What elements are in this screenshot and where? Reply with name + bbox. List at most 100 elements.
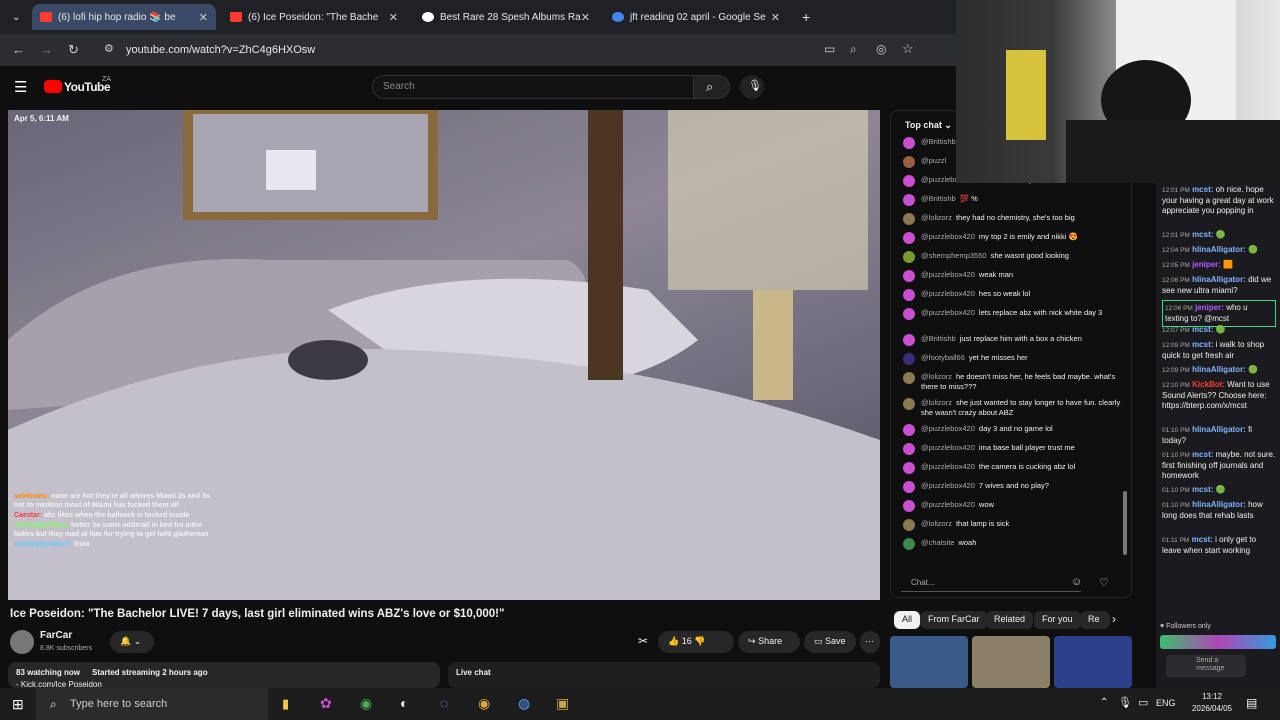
chat-username[interactable]: @puzzlebox420 <box>921 462 975 471</box>
chat-username[interactable]: mcst: <box>1192 535 1213 544</box>
chat-username[interactable]: mcst: <box>1192 485 1213 494</box>
site-info-icon[interactable]: ⚙ <box>104 42 114 55</box>
chat-username[interactable]: @lolizorz <box>921 398 952 407</box>
tab-best-rare[interactable]: Best Rare 28 Spesh Albums Ra ✕ <box>414 4 598 30</box>
chat-username[interactable]: @footyball66 <box>921 353 965 362</box>
voice-search-button[interactable]: 🎙 <box>740 75 764 99</box>
send-message-input[interactable]: Send a message <box>1166 655 1246 677</box>
chat-username[interactable]: mcst: <box>1192 450 1213 459</box>
notification-icon[interactable]: ▤ <box>1246 696 1257 710</box>
game-icon[interactable]: ▣ <box>556 695 569 712</box>
chat-avatar[interactable] <box>903 308 915 320</box>
chat-username[interactable]: @puzzlebox420 <box>921 424 975 433</box>
chat-username[interactable]: @Brittishb <box>921 194 956 203</box>
emoji-icon[interactable]: ☺ <box>1071 576 1082 588</box>
search-input[interactable]: Search <box>372 75 694 99</box>
tab-ice-poseidon[interactable]: (6) Ice Poseidon: "The Bache ✕ <box>222 4 406 30</box>
chat-username[interactable]: @Brittishb <box>921 334 956 343</box>
chat-avatar[interactable] <box>903 372 915 384</box>
search-button[interactable]: ⌕ <box>694 75 730 99</box>
chat-username[interactable]: hlinaAlligator: <box>1192 365 1246 374</box>
cast-icon[interactable]: ▭ <box>824 42 835 56</box>
chip-from-farcar[interactable]: From FarCar <box>920 611 988 629</box>
photos-icon[interactable]: ✿ <box>320 695 332 712</box>
chat-username[interactable]: hlinaAlligator: <box>1192 275 1246 284</box>
address-bar[interactable]: ⚙ youtube.com/watch?v=ZhC4g6HXOsw ▭ ⌕ ◎ … <box>96 38 916 62</box>
chat-username[interactable]: jeniper: <box>1195 303 1224 312</box>
chip-more[interactable]: Re <box>1080 611 1110 629</box>
chat-input[interactable]: Chat... <box>901 572 1081 592</box>
more-options-button[interactable]: ⋯ <box>860 631 880 653</box>
app-icon[interactable]: ◌ <box>440 695 448 711</box>
new-tab-button[interactable]: + <box>794 4 816 30</box>
chat-username[interactable]: jeniper: <box>1192 260 1221 269</box>
chat-avatar[interactable] <box>903 462 915 474</box>
related-thumbnail[interactable] <box>890 636 968 688</box>
chat-username[interactable]: hlinaAlligator: <box>1192 500 1246 509</box>
file-explorer-icon[interactable]: ▮ <box>282 696 289 712</box>
chat-username[interactable]: @chatsite <box>921 538 954 547</box>
chat-username[interactable]: @puzzlebox420 <box>921 232 975 241</box>
chat-avatar[interactable] <box>903 538 915 550</box>
chat-username[interactable]: @puzzlebox420 <box>921 289 975 298</box>
language-indicator[interactable]: ENG <box>1156 698 1176 708</box>
chat-avatar[interactable] <box>903 519 915 531</box>
taskbar-search[interactable]: ⌕ Type here to search <box>36 688 268 720</box>
chat-username[interactable]: @puzzlebox420 <box>921 500 975 509</box>
zoom-icon[interactable]: ⌕ <box>850 42 857 57</box>
microphone-tray-icon[interactable]: 🎙 <box>1118 696 1132 709</box>
related-thumbnail[interactable] <box>1054 636 1132 688</box>
chat-username[interactable]: @puzzlebox420 <box>921 270 975 279</box>
related-thumbnail[interactable] <box>972 636 1050 688</box>
chrome-icon[interactable]: ◉ <box>360 695 372 712</box>
heart-icon[interactable]: ♡ <box>1099 576 1109 589</box>
taskbar-date[interactable]: 2026/04/05 <box>1186 704 1238 713</box>
chat-username[interactable]: @puzzlebox420 <box>921 481 975 490</box>
chat-username[interactable]: @shemphemp3550 <box>921 251 987 260</box>
chat-username[interactable]: @lolizorz <box>921 213 952 222</box>
chrome-profile-icon[interactable]: ◉ <box>478 695 490 712</box>
chat-username[interactable]: mcst: <box>1192 185 1213 194</box>
chat-username[interactable]: @lolizorz <box>921 519 952 528</box>
chat-avatar[interactable] <box>903 424 915 436</box>
live-chat-collapsed[interactable]: Live chat <box>448 662 880 688</box>
close-icon[interactable]: ✕ <box>771 11 780 24</box>
eye-off-icon[interactable]: ◎ <box>876 42 886 56</box>
back-icon[interactable]: ← <box>12 42 25 57</box>
share-button[interactable]: ↪ Share <box>738 631 800 653</box>
chat-username[interactable]: @puzzlebox420 <box>921 443 975 452</box>
tray-chevron-icon[interactable]: ⌃ <box>1100 697 1108 708</box>
clip-icon[interactable]: ✂ <box>638 634 648 648</box>
chat-avatar[interactable] <box>903 156 915 168</box>
chat-username[interactable]: hlinaAlligator: <box>1192 425 1246 434</box>
chip-related[interactable]: Related <box>986 611 1034 629</box>
chat-avatar[interactable] <box>903 213 915 225</box>
chat-avatar[interactable] <box>903 194 915 206</box>
chat-avatar[interactable] <box>903 289 915 301</box>
save-button[interactable]: ▭ Save <box>804 631 856 653</box>
chat-avatar[interactable] <box>903 137 915 149</box>
chat-username[interactable]: @puzzlebox420 <box>921 308 975 317</box>
youtube-logo-icon[interactable] <box>44 80 62 93</box>
video-player[interactable]: Apr 5, 6:11 AM soleboots: none are hot t… <box>8 110 880 600</box>
chat-avatar[interactable] <box>903 232 915 244</box>
bookmark-star-icon[interactable]: ☆ <box>902 41 914 57</box>
chip-all[interactable]: All <box>894 611 921 629</box>
steam-icon[interactable]: ◍ <box>518 695 530 712</box>
chat-avatar[interactable] <box>903 353 915 365</box>
windows-start-icon[interactable]: ⊞ <box>12 696 24 713</box>
chat-avatar[interactable] <box>903 334 915 346</box>
chat-username[interactable]: mcst: <box>1192 325 1213 334</box>
chevron-right-icon[interactable]: › <box>1112 612 1116 626</box>
chat-avatar[interactable] <box>903 500 915 512</box>
chat-avatar[interactable] <box>903 443 915 455</box>
chat-avatar[interactable] <box>903 175 915 187</box>
obs-icon[interactable]: ◐ <box>400 695 408 711</box>
like-button[interactable]: 👍 16 👎 <box>658 631 734 653</box>
chat-avatar[interactable] <box>903 270 915 282</box>
chat-username[interactable]: hlinaAlligator: <box>1192 245 1246 254</box>
tab-lofi[interactable]: (6) lofi hip hop radio 📚 be ✕ <box>32 4 216 30</box>
chat-username[interactable]: mcst: <box>1192 340 1213 349</box>
close-icon[interactable]: ✕ <box>199 11 208 24</box>
chat-username[interactable]: @lolizorz <box>921 372 952 381</box>
